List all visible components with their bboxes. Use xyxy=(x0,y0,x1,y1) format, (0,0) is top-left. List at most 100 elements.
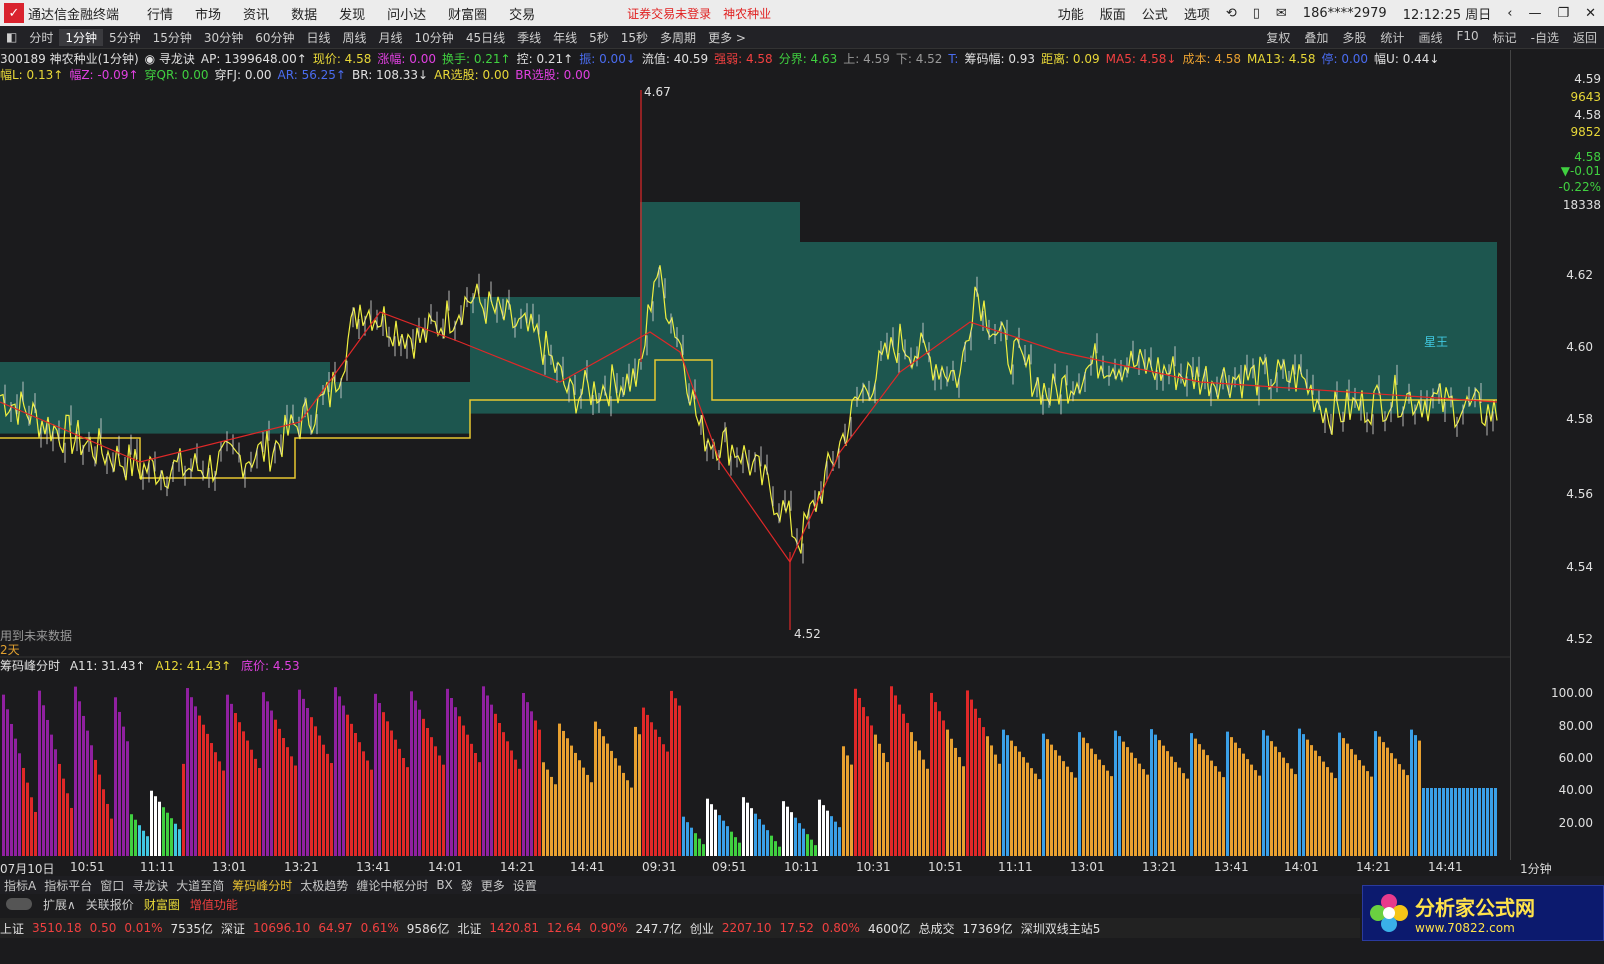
period-tab[interactable]: 30分钟 xyxy=(198,29,249,46)
indicator-name[interactable]: 筹码峰分时 xyxy=(0,659,60,673)
indicator-bar xyxy=(22,767,25,856)
extension-tab[interactable]: 增值功能 xyxy=(185,896,243,913)
period-tab[interactable]: 更多 > xyxy=(702,29,752,46)
menu-layout[interactable]: 版面 xyxy=(1100,4,1126,23)
indicator-bar xyxy=(146,836,149,856)
user-phone[interactable]: 186****2979 xyxy=(1303,6,1387,21)
period-tab[interactable]: 1分钟 xyxy=(59,28,103,46)
restore-icon[interactable]: ❐ xyxy=(1557,6,1569,21)
period-tab[interactable]: 5秒 xyxy=(583,29,615,46)
time-tick-label: 13:41 xyxy=(356,860,391,874)
indicator-bar xyxy=(638,734,641,856)
indicator-bar xyxy=(1002,729,1005,856)
indicator-bar xyxy=(966,690,969,856)
menu-trade[interactable]: 交易 xyxy=(509,4,535,23)
period-tab[interactable]: 季线 xyxy=(511,29,547,46)
toolbar-right-button[interactable]: 复权 xyxy=(1259,29,1297,46)
indicator-bar xyxy=(126,741,129,856)
indicator-tab[interactable]: 缠论中枢分时 xyxy=(352,877,432,894)
indicator-tab[interactable]: 太极趋势 xyxy=(296,877,352,894)
indicator-bar xyxy=(754,813,757,856)
indicator-bar xyxy=(1354,754,1357,856)
indicator-bar xyxy=(1278,752,1281,856)
phone-icon[interactable]: ▯ xyxy=(1253,6,1260,21)
indicator-tab[interactable]: 窗口 xyxy=(96,877,128,894)
close-icon[interactable]: ✕ xyxy=(1585,6,1596,21)
indicator-tab[interactable]: BX xyxy=(432,878,456,892)
indicator-bar xyxy=(134,819,137,856)
toolbar-right-button[interactable]: -自选 xyxy=(1524,29,1566,46)
indicator-tab[interactable]: 指标平台 xyxy=(40,877,96,894)
chip-zone xyxy=(800,242,1497,414)
indicator-bar xyxy=(530,711,533,856)
info-item: 振: 0.00↓ xyxy=(579,52,636,66)
period-tab[interactable]: 多周期 xyxy=(654,29,702,46)
minimize-icon[interactable]: — xyxy=(1528,6,1541,21)
menu-market[interactable]: 行情 xyxy=(147,4,173,23)
menu-formula[interactable]: 公式 xyxy=(1142,4,1168,23)
period-tab[interactable]: 分时 xyxy=(23,29,59,46)
indicator-tab[interactable]: 筹码峰分时 xyxy=(228,877,296,894)
toggle-switch[interactable] xyxy=(6,898,32,910)
period-tab[interactable]: 5分钟 xyxy=(103,29,147,46)
price-chart[interactable]: 4.67 4.52 星王用到未来数据2天 xyxy=(0,82,1510,860)
menu-wealth[interactable]: 财富圈 xyxy=(448,4,487,23)
toolbar-right-button[interactable]: 叠加 xyxy=(1297,29,1335,46)
status-item: 0.90% xyxy=(589,921,628,935)
menu-markets[interactable]: 市场 xyxy=(195,4,221,23)
sidebar-toggle-icon[interactable]: ◧ xyxy=(0,30,23,44)
indicator-tab[interactable]: 设置 xyxy=(509,877,541,894)
toolbar-right-button[interactable]: 返回 xyxy=(1566,29,1604,46)
indicator-bar xyxy=(902,713,905,856)
indicator-bar xyxy=(182,763,185,856)
indicator-bar xyxy=(42,705,45,856)
refresh-icon[interactable]: ⟲ xyxy=(1226,6,1237,21)
extension-tab[interactable]: 财富圈 xyxy=(139,896,185,913)
indicator-bar xyxy=(474,752,477,856)
indicator-tab[interactable]: 指标A xyxy=(0,877,40,894)
indicator-tick-label: 40.00 xyxy=(1558,783,1593,797)
period-tab[interactable]: 日线 xyxy=(300,29,336,46)
indicator-tab[interactable]: 更多 xyxy=(477,877,509,894)
indicator-tab[interactable]: 發 xyxy=(457,877,477,894)
toolbar-right-button[interactable]: 标记 xyxy=(1486,29,1524,46)
period-tab[interactable]: 10分钟 xyxy=(409,29,460,46)
menu-options[interactable]: 选项 xyxy=(1184,4,1210,23)
indicator-tab[interactable]: 寻龙诀 xyxy=(128,877,172,894)
period-tab[interactable]: 年线 xyxy=(547,29,583,46)
menu-data[interactable]: 数据 xyxy=(291,4,317,23)
login-warning[interactable]: 证券交易未登录 xyxy=(627,5,711,22)
indicator-bar xyxy=(1290,768,1293,856)
period-tab[interactable]: 月线 xyxy=(373,29,409,46)
extension-tab[interactable]: 扩展∧ xyxy=(38,896,81,913)
back-icon[interactable]: ‹ xyxy=(1507,6,1512,21)
indicator-bar xyxy=(838,827,841,856)
period-tab[interactable]: 15分钟 xyxy=(147,29,198,46)
mail-icon[interactable]: ✉ xyxy=(1276,6,1287,21)
period-tab[interactable]: 周线 xyxy=(337,29,373,46)
period-tab[interactable]: 15秒 xyxy=(615,29,654,46)
toolbar-right-button[interactable]: 多股 xyxy=(1335,29,1373,46)
indicator-bar xyxy=(646,714,649,856)
indicator-tab[interactable]: 大道至简 xyxy=(172,877,228,894)
toolbar-right-button[interactable]: 统计 xyxy=(1373,29,1411,46)
watermark-title: 分析家公式网 xyxy=(1415,895,1535,920)
indicator-bar xyxy=(1310,745,1313,856)
menu-news[interactable]: 资讯 xyxy=(243,4,269,23)
period-tab[interactable]: 45日线 xyxy=(460,29,511,46)
indicator-bar xyxy=(974,708,977,856)
indicator-bar xyxy=(130,814,133,856)
menu-ask[interactable]: 问小达 xyxy=(387,4,426,23)
indicator-bar xyxy=(1034,773,1037,856)
indicator-bar xyxy=(194,706,197,856)
indicator-bar xyxy=(1094,754,1097,856)
status-item: 2207.10 xyxy=(721,921,772,935)
menu-function[interactable]: 功能 xyxy=(1058,4,1084,23)
indicator-bar xyxy=(1402,769,1405,856)
toolbar-right-button[interactable]: 画线 xyxy=(1411,29,1449,46)
indicator-bar xyxy=(670,690,673,856)
extension-tab[interactable]: 关联报价 xyxy=(81,896,139,913)
period-tab[interactable]: 60分钟 xyxy=(249,29,300,46)
toolbar-right-button[interactable]: F10 xyxy=(1449,29,1485,46)
menu-discover[interactable]: 发现 xyxy=(339,4,365,23)
